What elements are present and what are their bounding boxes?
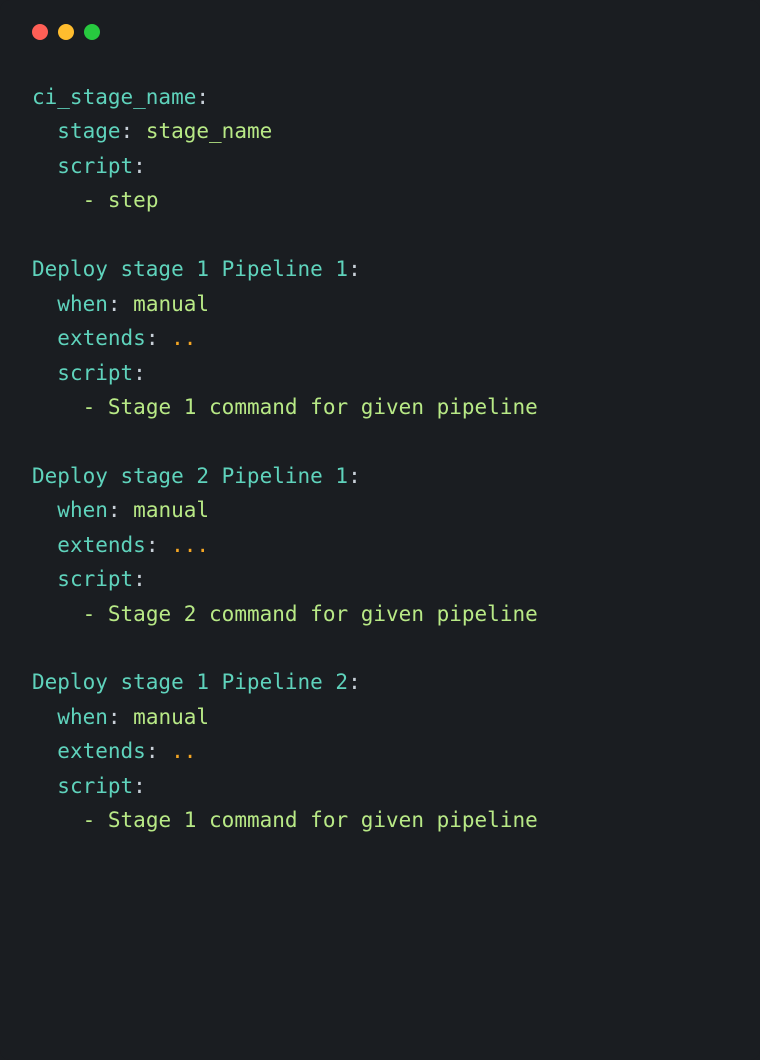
yaml-key: ci_stage_name [32, 85, 196, 109]
maximize-icon[interactable] [84, 24, 100, 40]
colon: : [133, 567, 146, 591]
colon: : [133, 361, 146, 385]
colon: : [108, 705, 133, 729]
colon: : [121, 119, 146, 143]
yaml-key: script [57, 774, 133, 798]
yaml-key: script [57, 154, 133, 178]
yaml-key: script [57, 567, 133, 591]
yaml-value: manual [133, 292, 209, 316]
yaml-key: extends [57, 739, 146, 763]
yaml-key: Deploy stage 1 Pipeline 1 [32, 257, 348, 281]
colon: : [133, 154, 146, 178]
yaml-key: extends [57, 326, 146, 350]
colon: : [108, 498, 133, 522]
minimize-icon[interactable] [58, 24, 74, 40]
colon: : [146, 739, 171, 763]
yaml-dash: - [83, 395, 96, 419]
colon: : [133, 774, 146, 798]
colon: : [196, 85, 209, 109]
yaml-value: manual [133, 498, 209, 522]
yaml-key: when [57, 292, 108, 316]
yaml-key: Deploy stage 1 Pipeline 2 [32, 670, 348, 694]
yaml-dash: - [83, 188, 96, 212]
close-icon[interactable] [32, 24, 48, 40]
colon: : [348, 670, 361, 694]
yaml-value: Stage 2 command for given pipeline [108, 602, 538, 626]
yaml-value: ... [171, 533, 209, 557]
colon: : [146, 533, 171, 557]
yaml-value: step [108, 188, 159, 212]
colon: : [108, 292, 133, 316]
yaml-value: stage_name [146, 119, 272, 143]
code-window: ci_stage_name: stage: stage_name script:… [0, 0, 760, 1060]
yaml-value: Stage 1 command for given pipeline [108, 808, 538, 832]
yaml-key: Deploy stage 2 Pipeline 1 [32, 464, 348, 488]
yaml-value: Stage 1 command for given pipeline [108, 395, 538, 419]
yaml-value: .. [171, 739, 196, 763]
colon: : [348, 464, 361, 488]
traffic-lights [32, 24, 728, 40]
colon: : [146, 326, 171, 350]
yaml-key: script [57, 361, 133, 385]
yaml-key: when [57, 498, 108, 522]
yaml-value: .. [171, 326, 196, 350]
yaml-key: extends [57, 533, 146, 557]
yaml-value: manual [133, 705, 209, 729]
yaml-key: when [57, 705, 108, 729]
yaml-key: stage [57, 119, 120, 143]
yaml-dash: - [83, 602, 96, 626]
yaml-dash: - [83, 808, 96, 832]
colon: : [348, 257, 361, 281]
code-content: ci_stage_name: stage: stage_name script:… [32, 80, 728, 838]
